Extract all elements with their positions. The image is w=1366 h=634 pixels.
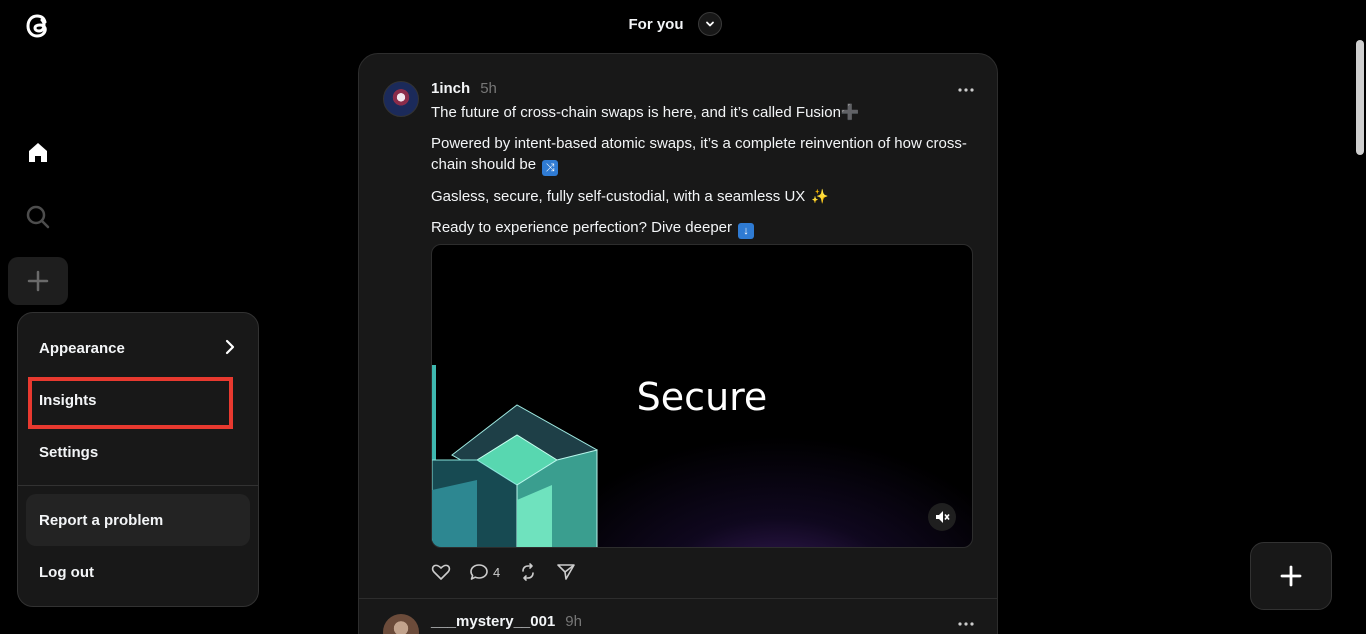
- threads-logo-icon[interactable]: [20, 8, 56, 44]
- plus-icon: [27, 270, 49, 292]
- post-text-line: Powered by intent-based atomic swaps, it…: [431, 135, 967, 173]
- more-options-button[interactable]: [957, 80, 975, 98]
- avatar[interactable]: [383, 614, 419, 634]
- like-button[interactable]: [431, 562, 451, 582]
- plus-icon: [1280, 565, 1302, 587]
- post-meta: ___mystery__001 9h: [431, 613, 582, 630]
- share-button[interactable]: [556, 562, 576, 582]
- post-video[interactable]: Secure: [431, 244, 973, 548]
- menu-item-label: Log out: [39, 563, 94, 581]
- chevron-right-icon: [225, 339, 235, 355]
- post-actions: 4: [431, 562, 576, 582]
- page-scrollbar[interactable]: [1354, 40, 1366, 155]
- reply-count: 4: [493, 564, 501, 580]
- repost-icon: [522, 563, 535, 581]
- home-nav-button[interactable]: [8, 129, 68, 177]
- post-divider: [359, 598, 997, 599]
- ellipsis-icon: [958, 622, 974, 626]
- menu-item-insights[interactable]: Insights: [26, 374, 250, 426]
- search-icon: [26, 205, 50, 229]
- feed-container: 1inch 5h The future of cross-chain swaps…: [358, 53, 998, 634]
- menu-item-settings[interactable]: Settings: [26, 426, 250, 478]
- menu-divider: [18, 485, 258, 486]
- threads-app: Appearance Insights Settings Report a pr…: [0, 0, 1366, 634]
- post-body: The future of cross-chain swaps is here,…: [431, 102, 976, 249]
- home-icon: [29, 143, 47, 162]
- scrollbar-thumb[interactable]: [1356, 40, 1364, 155]
- post-text-line: Gasless, secure, fully self-custodial, w…: [431, 188, 806, 205]
- repost-button[interactable]: [518, 562, 538, 582]
- feed-dropdown-button[interactable]: [697, 12, 722, 36]
- down-arrow-emoji-icon: ↓: [738, 223, 755, 239]
- avatar[interactable]: [383, 81, 419, 117]
- video-caption-text: Secure: [636, 375, 768, 419]
- speaker-muted-icon: [936, 511, 950, 523]
- search-nav-button[interactable]: [8, 193, 68, 241]
- menu-item-report-problem[interactable]: Report a problem: [26, 494, 250, 546]
- more-menu: Appearance Insights Settings Report a pr…: [17, 312, 259, 607]
- menu-item-label: Settings: [39, 443, 99, 461]
- menu-item-label: Insights: [39, 391, 97, 409]
- shuffle-emoji-icon: ⤨: [542, 160, 559, 176]
- menu-item-label: Appearance: [39, 339, 125, 357]
- create-nav-button[interactable]: [8, 257, 68, 305]
- post-time[interactable]: 5h: [480, 80, 497, 97]
- post-text-line: Ready to experience perfection? Dive dee…: [431, 219, 733, 236]
- menu-item-logout[interactable]: Log out: [26, 546, 250, 598]
- feed-header: For you: [600, 10, 750, 38]
- post-username[interactable]: 1inch: [431, 80, 470, 97]
- heart-icon: [431, 564, 451, 580]
- sparkles-emoji-icon: ✨: [811, 188, 829, 204]
- comment-icon: [470, 564, 488, 580]
- ellipsis-icon: [958, 88, 974, 92]
- chevron-down-icon: [705, 21, 714, 27]
- video-glow: [572, 435, 972, 547]
- post-text-line: The future of cross-chain swaps is here,…: [431, 104, 860, 121]
- post-meta: 1inch 5h: [431, 80, 497, 97]
- post-time[interactable]: 9h: [565, 613, 582, 630]
- reply-button[interactable]: 4: [469, 562, 500, 582]
- post-username[interactable]: ___mystery__001: [431, 613, 555, 630]
- feed-title[interactable]: For you: [629, 16, 684, 33]
- mute-button[interactable]: [928, 503, 956, 531]
- menu-item-appearance[interactable]: Appearance: [26, 322, 250, 374]
- floating-create-button[interactable]: [1250, 542, 1332, 610]
- send-icon: [557, 564, 576, 580]
- more-options-button[interactable]: [957, 614, 975, 632]
- menu-item-label: Report a problem: [39, 511, 164, 529]
